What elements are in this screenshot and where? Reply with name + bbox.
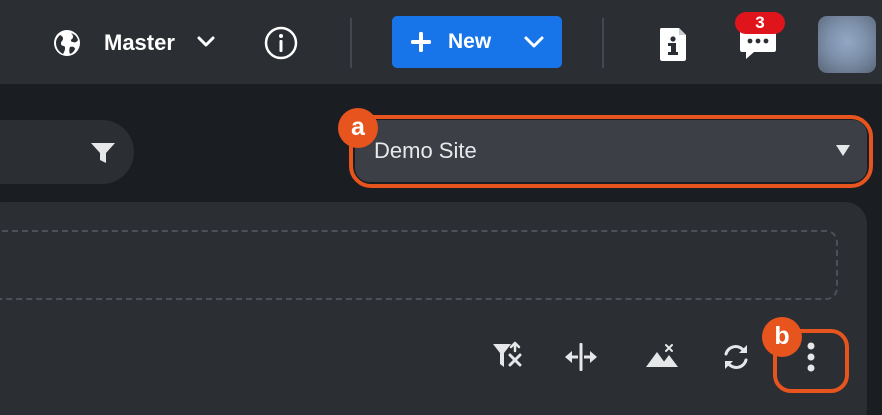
globe-icon[interactable] [51,27,83,59]
highlight-frame-site-selector [349,115,873,188]
avatar[interactable] [818,16,876,73]
refresh-icon[interactable] [718,339,754,375]
new-button-label: New [448,30,492,53]
header-divider [602,18,604,68]
header-divider [350,18,352,68]
environment-label[interactable]: Master [104,29,175,57]
chevron-down-icon[interactable] [196,34,216,50]
mountains-icon[interactable] [644,339,680,375]
notification-badge[interactable]: 3 [735,12,785,34]
plus-icon [411,32,431,52]
top-header: Master New 3 [0,0,882,84]
new-button[interactable]: New [392,16,562,68]
filter-icon[interactable] [90,141,116,165]
drop-zone[interactable] [0,230,838,300]
annotation-marker-a: a [338,108,378,148]
info-circle-icon[interactable] [263,25,299,61]
filter-remove-icon[interactable] [490,339,526,375]
chevron-down-icon[interactable] [523,34,545,50]
document-info-icon[interactable] [658,26,688,62]
split-horizontal-icon[interactable] [563,339,599,375]
annotation-marker-b: b [762,317,802,357]
